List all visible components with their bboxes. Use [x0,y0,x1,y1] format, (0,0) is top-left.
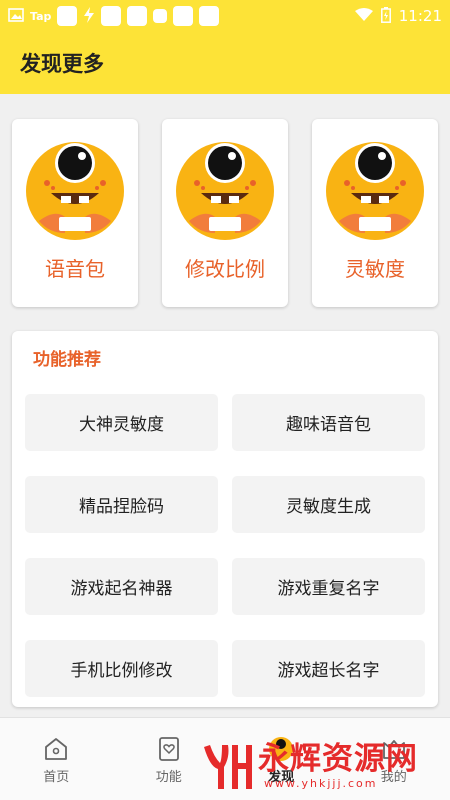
feature-button[interactable]: 游戏重复名字 [232,558,425,615]
feature-button[interactable]: 精品捏脸码 [25,476,218,533]
mascot-icon [326,142,424,240]
watermark-logo-icon [204,745,252,789]
notification-icon [127,6,148,26]
feature-button[interactable]: 大神灵敏度 [25,394,218,451]
heart-card-icon [158,737,179,761]
battery-icon [380,6,391,26]
section-title: 功能推荐 [33,350,101,370]
status-time: 11:21 [398,7,442,25]
feature-cards: 语音包 修改比例 灵敏度 [12,119,438,307]
home-icon [45,738,68,760]
status-carrier-text: Tap [30,9,52,23]
bolt-icon [83,6,95,27]
wifi-icon [354,7,373,25]
watermark-url: www.yhkjjj.com [264,776,378,790]
notification-icon [173,6,194,26]
watermark-brand: 永辉资源网 [258,740,418,777]
nav-home[interactable]: 首页 [0,718,113,800]
image-icon [8,7,24,25]
notification-icon [101,6,122,26]
status-bar: Tap 11:21 [0,0,450,32]
app-header: 发现更多 [0,32,450,94]
nav-label: 首页 [43,770,70,785]
notification-icon [153,9,168,23]
feature-button[interactable]: 趣味语音包 [232,394,425,451]
card-label: 修改比例 [185,257,265,281]
recommend-panel: 功能推荐 大神灵敏度 趣味语音包 精品捏脸码 灵敏度生成 游戏起名神器 游戏重复… [12,331,438,707]
page-title: 发现更多 [20,52,104,76]
notification-icon [199,6,220,26]
card-voice-pack[interactable]: 语音包 [12,119,138,307]
mascot-icon [26,142,124,240]
notification-icon [57,6,78,26]
card-modify-ratio[interactable]: 修改比例 [162,119,288,307]
feature-button[interactable]: 游戏起名神器 [25,558,218,615]
nav-label: 功能 [155,770,182,785]
feature-button[interactable]: 游戏超长名字 [232,640,425,697]
card-label: 灵敏度 [345,257,405,281]
mascot-icon [176,142,274,240]
card-label: 语音包 [45,257,105,281]
feature-button[interactable]: 手机比例修改 [25,640,218,697]
card-sensitivity[interactable]: 灵敏度 [312,119,438,307]
watermark: 永辉资源网 www.yhkjjj.com [200,735,445,795]
feature-button[interactable]: 灵敏度生成 [232,476,425,533]
